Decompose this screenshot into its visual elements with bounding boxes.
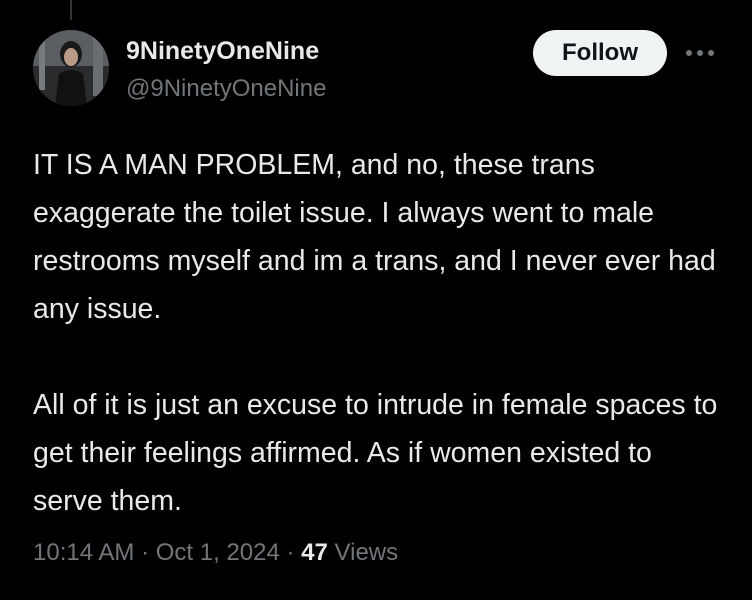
tweet-text: IT IS A MAN PROBLEM, and no, these trans… — [33, 141, 723, 525]
separator-dot: · — [141, 539, 150, 566]
tweet-paragraph: All of it is just an excuse to intrude i… — [33, 389, 718, 517]
avatar[interactable] — [33, 30, 109, 106]
views-count: 47 — [301, 539, 328, 566]
tweet-time[interactable]: 10:14 AM — [33, 539, 134, 566]
views-label: Views — [334, 539, 399, 566]
author-display-name[interactable]: 9NinetyOneNine — [126, 36, 319, 66]
separator-dot: · — [286, 539, 295, 566]
author-handle[interactable]: @9NinetyOneNine — [126, 74, 326, 104]
more-horizontal-icon — [686, 50, 714, 56]
avatar-photo-icon — [33, 30, 109, 106]
tweet-date[interactable]: Oct 1, 2024 — [156, 539, 280, 566]
tweet-metadata: 10:14 AM · Oct 1, 2024 · 47 Views — [33, 536, 398, 570]
thread-connector-line — [70, 0, 72, 20]
follow-button[interactable]: Follow — [533, 30, 667, 76]
tweet-paragraph: IT IS A MAN PROBLEM, and no, these trans… — [33, 149, 716, 325]
more-options-button[interactable] — [680, 36, 720, 70]
